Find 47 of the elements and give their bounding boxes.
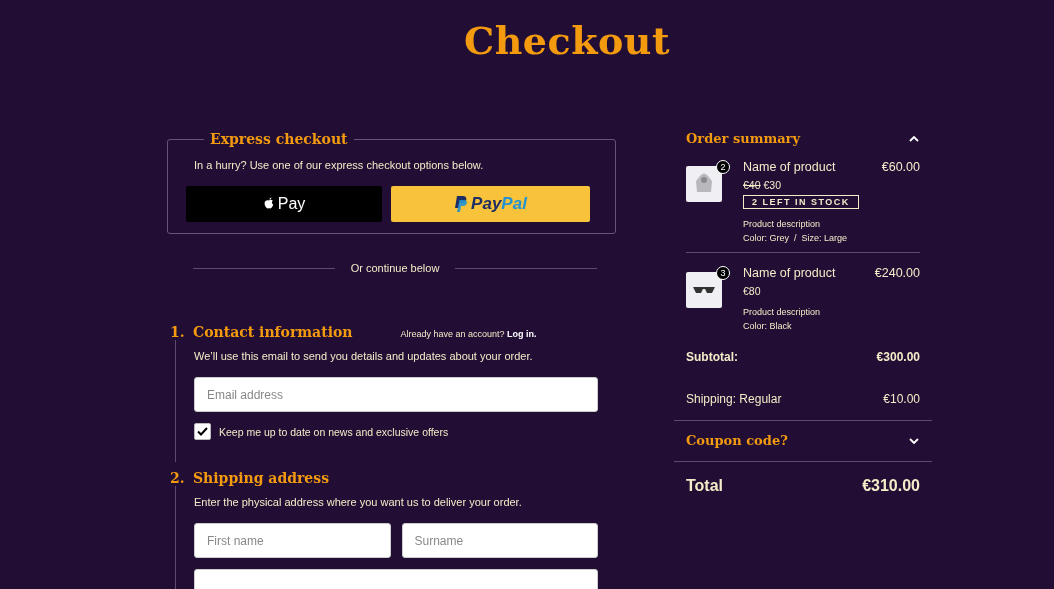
apple-icon (262, 197, 275, 211)
checkbox-label: Keep me up to date on news and exclusive offers (219, 425, 449, 438)
sunglasses-icon (692, 285, 716, 295)
unit-price: €80 (743, 285, 761, 297)
login-link[interactable]: Log in. (507, 329, 537, 339)
step-number: 1. (169, 324, 186, 340)
text-input-field[interactable]: First name (194, 523, 391, 558)
section-description: We’ll use this email to send you details and updates about your order. (194, 350, 534, 362)
summary-heading: Order summary (686, 131, 801, 146)
unit-price: €30 (763, 179, 781, 191)
product-price: €60.00 (881, 160, 920, 174)
section-heading: Shipping address (193, 470, 330, 486)
quantity-badge: 3 (716, 266, 730, 280)
page-title: Checkout (462, 17, 671, 64)
shipping-value: €10.00 (883, 392, 920, 406)
express-checkout-text: In a hurry? Use one of our express checkout options below. (194, 159, 485, 171)
shipping-label: Shipping: Regular (686, 392, 782, 406)
product-price: €240.00 (874, 266, 920, 280)
product-description: Product description (743, 218, 822, 231)
divider-text: Or continue below (350, 262, 440, 274)
text-input-field[interactable]: Surname (401, 523, 598, 558)
section-heading: Contact information (193, 324, 353, 340)
product-name: Name of product (743, 266, 836, 280)
panel-heading: Express checkout (209, 131, 349, 147)
subtotal-label: Subtotal: (686, 350, 738, 364)
product-name: Name of product (743, 160, 836, 174)
apple-pay-button[interactable]: Pay (186, 186, 382, 222)
total-value: €310.00 (862, 477, 920, 495)
total-label: Total (686, 477, 724, 495)
checkbox[interactable] (194, 423, 211, 440)
paypal-logo-icon (454, 195, 469, 213)
coupon-heading: Coupon code? (686, 433, 788, 448)
section-description: Enter the physical address where you want us to deliver your order. (194, 496, 523, 508)
old-price: €40 (743, 179, 761, 191)
step-number: 2. (169, 470, 186, 486)
product-description: Product description (743, 306, 822, 319)
checkmark-icon (197, 427, 208, 436)
product-details: Color: Black (743, 320, 793, 333)
paypal-button[interactable]: PayPal (391, 186, 590, 222)
text-input-field[interactable]: Email address (194, 377, 598, 412)
product-details: Color: Grey / Size: Large (743, 232, 849, 245)
subtotal-value: €300.00 (876, 350, 920, 364)
quantity-badge: 2 (716, 160, 730, 174)
login-prompt: Already have an account? Log in. (400, 329, 537, 339)
chevron-icon[interactable] (908, 134, 920, 143)
stock-badge: 2 LEFT IN STOCK (743, 195, 859, 209)
chevron-icon[interactable] (908, 436, 920, 445)
